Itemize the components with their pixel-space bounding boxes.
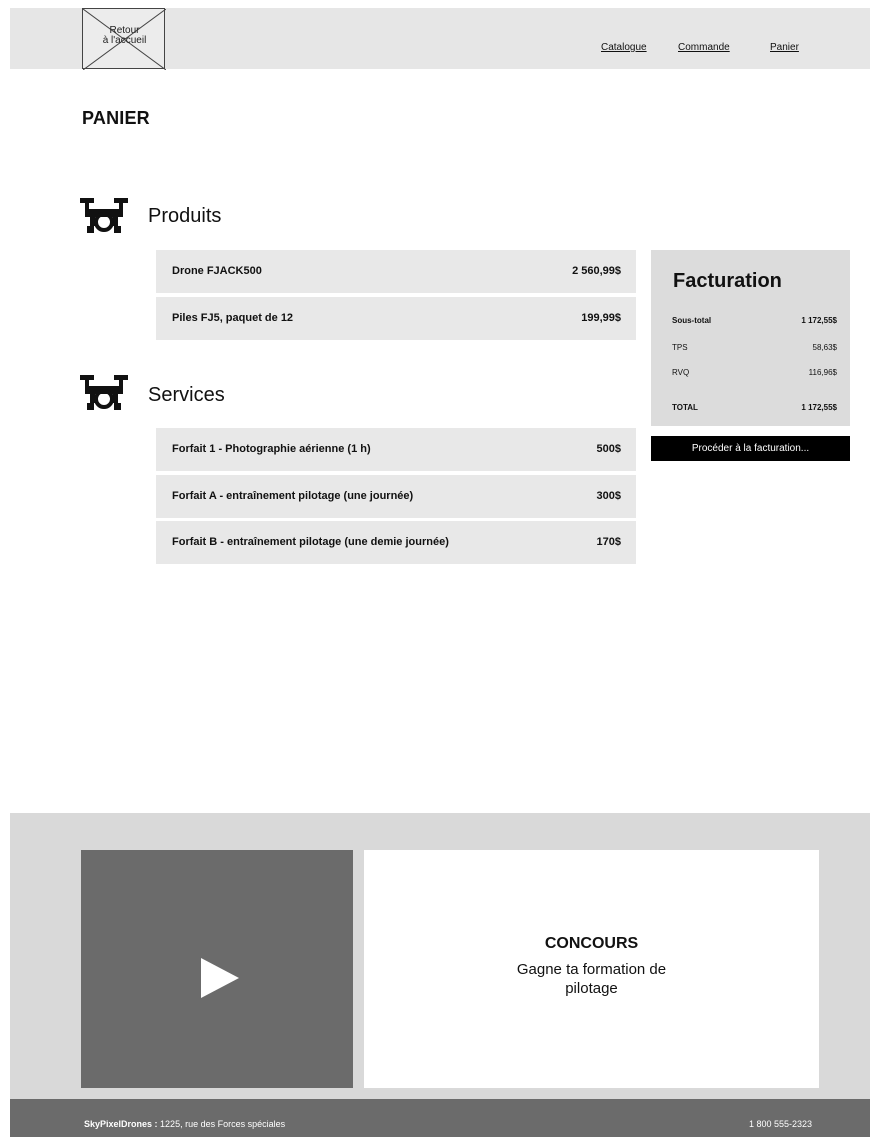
- nav-catalogue[interactable]: Catalogue: [601, 42, 647, 53]
- billing-title: Facturation: [673, 270, 782, 292]
- contest-promo[interactable]: CONCOURS Gagne ta formation de pilotage: [364, 850, 819, 1088]
- billing-value: 58,63$: [812, 343, 837, 352]
- nav-panier[interactable]: Panier: [770, 42, 799, 53]
- products-title: Produits: [148, 205, 222, 227]
- service-price: 170$: [596, 536, 621, 548]
- product-name: Drone FJACK500: [172, 265, 262, 277]
- service-name: Forfait A - entraînement pilotage (une j…: [172, 490, 414, 502]
- promo-title: CONCOURS: [544, 935, 639, 952]
- service-price: 300$: [596, 490, 621, 502]
- promo-text: Gagne ta formation de pilotage: [516, 961, 667, 997]
- product-row[interactable]: Piles FJ5, paquet de 12 199,99$: [156, 297, 636, 340]
- product-row[interactable]: Drone FJACK500 2 560,99$: [156, 250, 636, 293]
- service-name: Forfait 1 - Photographie aérienne (1 h): [172, 443, 371, 455]
- header: Retour à l'accueil Catalogue Commande Pa…: [10, 8, 870, 70]
- service-row[interactable]: Forfait 1 - Photographie aérienne (1 h) …: [156, 428, 636, 471]
- billing-total-value: 1 172,55$: [801, 403, 837, 412]
- billing-label: Sous-total: [672, 316, 712, 325]
- billing-value: 116,96$: [808, 368, 837, 377]
- service-row[interactable]: Forfait A - entraînement pilotage (une j…: [156, 475, 636, 518]
- service-row[interactable]: Forfait B - entraînement pilotage (une d…: [156, 521, 636, 564]
- product-name: Piles FJ5, paquet de 12: [172, 312, 294, 324]
- billing-value: 1 172,55$: [801, 316, 837, 325]
- billing-panel: Facturation Sous-total 1 172,55$ TPS 58,…: [651, 250, 850, 426]
- service-name: Forfait B - entraînement pilotage (une d…: [172, 536, 449, 548]
- play-icon[interactable]: [201, 958, 239, 998]
- footer-address: SkyPixelDrones : 1225, rue des Forces sp…: [84, 1119, 285, 1129]
- footer: SkyPixelDrones : 1225, rue des Forces sp…: [10, 1099, 870, 1137]
- product-price: 199,99$: [581, 312, 621, 324]
- logo-text: Retour à l'accueil: [102, 25, 147, 46]
- home-logo-link[interactable]: Retour à l'accueil: [82, 8, 166, 70]
- page-title: PANIER: [82, 108, 150, 128]
- footer-company: SkyPixelDrones :: [84, 1119, 158, 1129]
- footer-phone: 1 800 555-2323: [748, 1119, 812, 1129]
- billing-total-label: TOTAL: [672, 403, 698, 412]
- footer-street: 1225, rue des Forces spéciales: [157, 1119, 286, 1129]
- services-title: Services: [148, 384, 225, 406]
- nav-commande[interactable]: Commande: [678, 42, 730, 53]
- service-price: 500$: [596, 443, 621, 455]
- drone-icon: [80, 375, 128, 410]
- product-price: 2 560,99$: [572, 265, 621, 277]
- drone-icon: [80, 198, 128, 233]
- billing-label: TPS: [672, 343, 688, 352]
- billing-label: RVQ: [672, 368, 690, 377]
- proceed-billing-button[interactable]: Procéder à la facturation...: [651, 436, 850, 461]
